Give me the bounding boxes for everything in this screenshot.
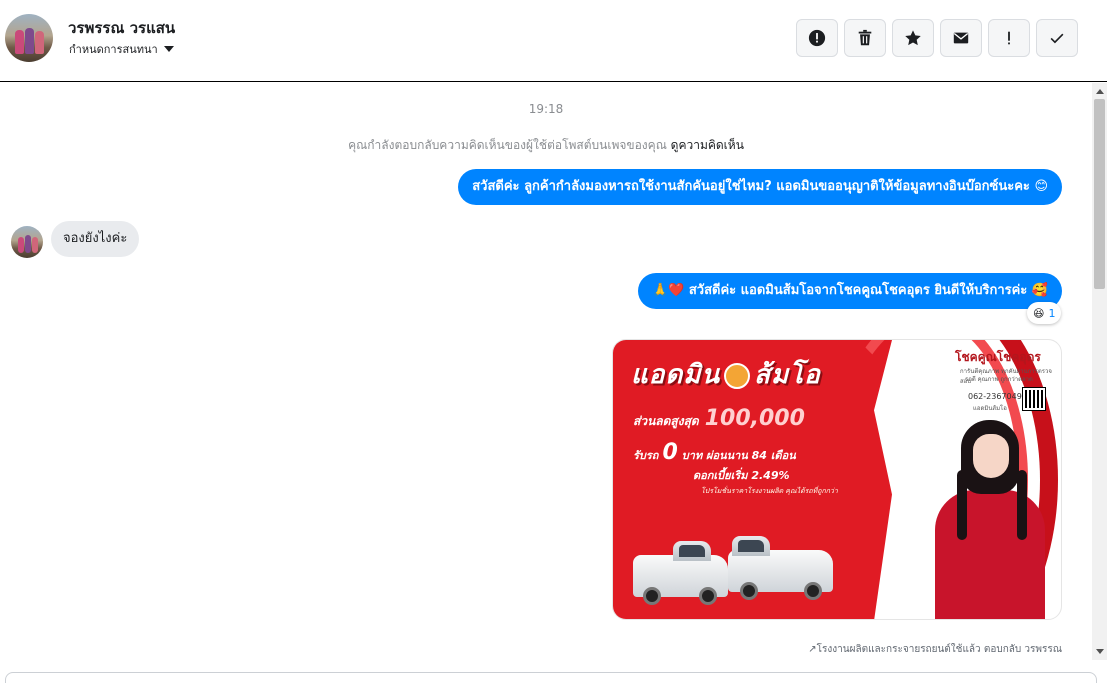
trash-icon [858,29,872,46]
report-spam-button[interactable] [796,19,838,57]
reaction-count: 1 [1048,306,1056,320]
conversation-header: วรพรรณ วรแสน กำหนดการสนทนา [0,0,1107,82]
scroll-up-icon[interactable] [1096,89,1104,94]
pomelo-mascot-icon [724,362,751,389]
scroll-down-icon[interactable] [1096,649,1104,654]
outgoing-message[interactable]: 🙏❤️ สวัสดีค่ะ แอดมินส้มโอจากโชคคูณโชคอุด… [637,273,1062,309]
scroll-thumb[interactable] [1094,99,1105,289]
reply-context-notice: คุณกำลังตอบกลับความคิดเห็นของผู้ใช้ต่อโพ… [0,136,1092,155]
incoming-message[interactable]: จองยังไงค่ะ [51,221,140,257]
contact-avatar-small[interactable] [11,226,43,258]
reply-arrow-icon: ↗ [808,644,817,655]
promo-note: โปรโมชั่นราคาโรงงานผลิต คุณได้รถที่ถูกกว… [701,487,838,495]
pickup-truck-image [728,536,833,600]
message-thread[interactable]: 19:18 คุณกำลังตอบกลับความคิดเห็นของผู้ใช… [0,83,1092,660]
check-icon [1050,33,1064,44]
contact-avatar[interactable] [5,14,53,62]
alert-circle-icon [808,29,826,47]
star-icon [905,30,921,46]
outgoing-message[interactable]: สวัสดีค่ะ ลูกค้ากำลังมองหารถใช้งานสักคัน… [458,169,1062,205]
done-button[interactable] [1036,19,1078,57]
promo-discount: ส่วนลดสูงสุด 100,000 [633,406,805,431]
mark-unread-button[interactable] [940,19,982,57]
delete-button[interactable] [844,19,886,57]
envelope-icon [953,32,969,44]
conversation-settings-label: กำหนดการสนทนา [69,43,158,56]
admin-photo [935,490,1045,619]
dealer-tagline: รถดี คุณภาพ ถูกกว่าตลาด [965,376,1033,383]
reply-context-text: คุณกำลังตอบกลับความคิดเห็นของผู้ใช้ต่อโพ… [348,138,667,152]
header-actions [796,19,1078,57]
promo-image-attachment[interactable]: แอดมิน ส้มโอ ส่วนลดสูงสุด 100,000 รับรถ 0 บา… [612,339,1062,620]
message-source-note: ↗โรงงานผลิตและกระจายรถยนต์ใช้แล้ว ตอบกลั… [808,644,1062,655]
caret-down-icon [163,46,174,52]
important-button[interactable] [988,19,1030,57]
message-timestamp: 19:18 [528,102,564,116]
dealer-phone: 062-2367049 [968,392,1022,401]
view-comment-link[interactable]: ดูความคิดเห็น [671,138,744,152]
qr-code-icon [1022,387,1046,411]
exclamation-icon [1008,31,1010,45]
promo-down-payment: รับรถ 0 บาท ผ่อนนาน 84 เดือน [633,440,796,465]
message-reaction[interactable]: 😆 1 [1027,302,1062,324]
pickup-truck-image [633,541,728,605]
conversation-settings-dropdown[interactable]: กำหนดการสนทนา [69,40,174,58]
promo-interest-rate: ดอกเบี้ยเริ่ม 2.49% [693,469,790,482]
admin-label: แอดมินส้มโอ [973,405,1007,412]
chat-scrollbar[interactable] [1092,83,1107,660]
star-button[interactable] [892,19,934,57]
message-composer[interactable] [5,672,1097,683]
promo-title: แอดมิน ส้มโอ [631,360,821,390]
messenger-window: วรพรรณ วรแสน กำหนดการสนทนา 19:18 คุณกำลั… [0,0,1107,683]
laughing-emoji-icon: 😆 [1033,306,1045,320]
dealer-brand: โชคคูณโชคอุดร [955,350,1041,364]
contact-name[interactable]: วรพรรณ วรแสน [68,16,175,40]
